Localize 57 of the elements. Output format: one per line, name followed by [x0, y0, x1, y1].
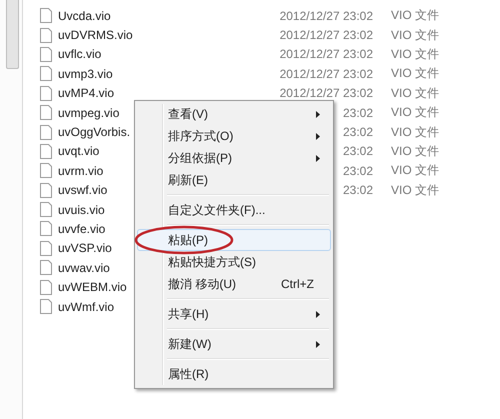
menu-item[interactable]: 属性(R) — [137, 363, 331, 385]
file-type: VIO 文件 — [391, 65, 440, 82]
modified-date: 2012/12/27 23:02 — [280, 28, 373, 42]
submenu-arrow-icon — [316, 310, 320, 318]
modified-date: 23:02 — [342, 106, 373, 120]
file-icon — [40, 66, 52, 82]
file-icon — [40, 182, 52, 198]
file-type: VIO 文件 — [391, 26, 440, 44]
file-type: VIO 文件 — [391, 7, 440, 24]
file-name[interactable]: uvflc.vio — [58, 47, 260, 62]
modified-date: 2012/12/27 23:02 — [280, 8, 373, 23]
file-icon — [40, 299, 52, 314]
file-type: VIO 文件 — [391, 142, 440, 160]
file-icon — [40, 8, 52, 24]
menu-item[interactable]: 撤消 移动(U) Ctrl+Z — [137, 273, 331, 295]
submenu-arrow-icon — [316, 110, 320, 118]
file-icon — [40, 86, 52, 101]
file-icon — [40, 280, 52, 295]
file-name[interactable]: uvmp3.vio — [58, 66, 260, 81]
menu-item[interactable]: 粘贴快捷方式(S) — [137, 251, 331, 273]
file-name[interactable]: uvDVRMS.vio — [58, 28, 260, 42]
file-icon — [40, 124, 52, 140]
modified-date: 23:02 — [342, 183, 373, 198]
file-icon — [40, 46, 52, 62]
modified-date: 23:02 — [342, 164, 373, 178]
submenu-arrow-icon — [316, 340, 320, 348]
modified-date: 23:02 — [342, 144, 373, 158]
submenu-arrow-icon — [316, 132, 320, 140]
file-icon — [40, 260, 52, 276]
file-icon — [40, 105, 52, 120]
file-type: VIO 文件 — [391, 162, 440, 180]
file-type: VIO 文件 — [391, 84, 440, 102]
menu-item[interactable]: 排序方式(O) — [137, 125, 331, 147]
file-name[interactable]: uvMP4.vio — [58, 86, 260, 100]
file-type: VIO 文件 — [391, 124, 440, 141]
file-icon — [40, 240, 52, 256]
file-icon — [40, 163, 52, 178]
file-icon — [40, 202, 52, 218]
file-type: VIO 文件 — [391, 46, 440, 63]
modified-date: 2012/12/27 23:02 — [280, 66, 373, 81]
file-icon — [40, 28, 52, 43]
modified-date: 2012/12/27 23:02 — [280, 47, 373, 62]
menu-item[interactable]: 新建(W) — [137, 333, 331, 355]
submenu-arrow-icon — [316, 154, 320, 162]
file-name[interactable]: Uvcda.vio — [58, 8, 260, 23]
file-icon — [40, 221, 52, 236]
scrollbar-thumb[interactable] — [6, 0, 19, 69]
menu-item[interactable]: 查看(V) — [137, 103, 331, 125]
menu-item[interactable]: 刷新(E) — [137, 169, 331, 191]
file-type: VIO 文件 — [391, 104, 440, 122]
file-type: VIO 文件 — [391, 182, 440, 199]
modified-date: 2012/12/27 23:02 — [280, 86, 373, 100]
modified-date: 23:02 — [342, 125, 373, 140]
menu-item[interactable]: 自定义文件夹(F)... — [137, 199, 331, 221]
file-icon — [40, 144, 52, 159]
menu-item[interactable]: 分组依据(P) — [137, 147, 331, 169]
menu-item[interactable]: 共享(H) — [137, 303, 331, 325]
